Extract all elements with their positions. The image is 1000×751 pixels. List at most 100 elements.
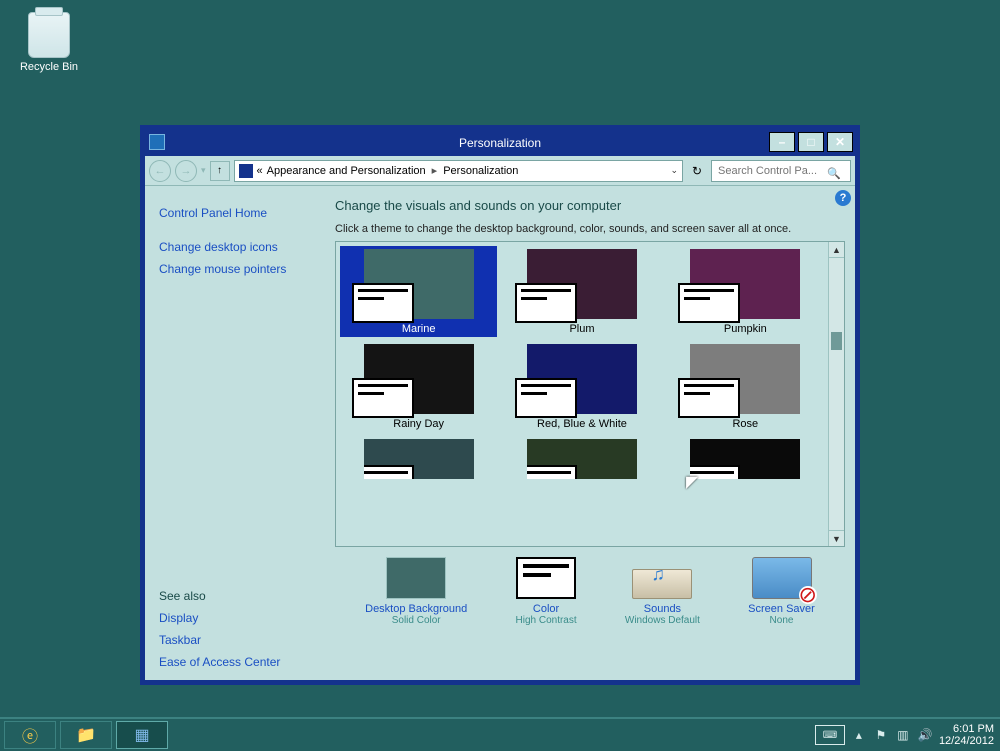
taskbar: ⓔ 📁 ▦ ⌨ ▴ ⚑ ▥ 🔊 6:01 PM 12/24/2012	[0, 717, 1000, 751]
window-glyph-icon	[364, 465, 414, 479]
theme-label: Rainy Day	[342, 418, 495, 430]
maximize-button[interactable]: □	[798, 132, 824, 152]
sounds-label: Sounds	[625, 603, 700, 615]
scrollbar[interactable]: ▲ ▼	[828, 242, 844, 546]
theme-thumb	[364, 344, 474, 414]
sounds-thumb	[632, 569, 692, 599]
sidebar-display[interactable]: Display	[159, 607, 321, 629]
breadcrumb-separator: ▸	[430, 164, 440, 177]
taskbar-time: 6:01 PM	[939, 723, 994, 735]
keyboard-icon[interactable]: ⌨	[815, 725, 845, 745]
main-panel: ? Change the visuals and sounds on your …	[335, 186, 855, 680]
help-icon[interactable]: ?	[835, 190, 851, 206]
recycle-bin-icon	[28, 12, 70, 58]
scroll-down-button[interactable]: ▼	[829, 530, 844, 546]
tray-chevron-icon[interactable]: ▴	[851, 727, 867, 743]
theme-thumb	[690, 249, 800, 319]
color-value: High Contrast	[516, 615, 577, 626]
desktop-background-thumb	[386, 557, 446, 599]
titlebar[interactable]: Personalization – □ ✕	[145, 130, 855, 156]
color-option[interactable]: Color High Contrast	[516, 557, 577, 626]
search-input[interactable]	[711, 160, 851, 182]
titlebar-icon	[149, 134, 165, 150]
sidebar-control-panel-home[interactable]: Control Panel Home	[159, 202, 321, 224]
nav-bar: ← → ▾ ↑ « Appearance and Personalization…	[145, 156, 855, 186]
sidebar: Control Panel Home Change desktop icons …	[145, 186, 335, 680]
theme-item-rainy-day[interactable]: Rainy Day	[340, 341, 497, 432]
desktop-background-option[interactable]: Desktop Background Solid Color	[365, 557, 467, 626]
window-glyph-icon	[678, 283, 740, 323]
color-thumb	[516, 557, 576, 599]
close-button[interactable]: ✕	[827, 132, 853, 152]
screen-saver-option[interactable]: Screen Saver None	[748, 557, 815, 626]
theme-thumb	[690, 439, 800, 479]
tray-flag-icon[interactable]: ⚑	[873, 727, 889, 743]
recycle-bin[interactable]: Recycle Bin	[14, 12, 84, 73]
breadcrumb-part1[interactable]: Appearance and Personalization	[267, 165, 426, 177]
window-glyph-icon	[515, 283, 577, 323]
tray-volume-icon[interactable]: 🔊	[917, 727, 933, 743]
theme-thumb	[527, 439, 637, 479]
tray-network-icon[interactable]: ▥	[895, 727, 911, 743]
address-bar[interactable]: « Appearance and Personalization ▸ Perso…	[234, 160, 683, 182]
window-glyph-icon	[678, 378, 740, 418]
theme-label: Pumpkin	[669, 323, 822, 335]
theme-item-7[interactable]	[503, 436, 660, 485]
scroll-up-button[interactable]: ▲	[829, 242, 844, 258]
sounds-value: Windows Default	[625, 615, 700, 626]
theme-item-plum[interactable]: Plum	[503, 246, 660, 337]
sidebar-change-desktop-icons[interactable]: Change desktop icons	[159, 236, 321, 258]
theme-item-red-blue-white[interactable]: Red, Blue & White	[503, 341, 660, 432]
sidebar-see-also-header: See also	[159, 585, 321, 607]
taskbar-date: 12/24/2012	[939, 735, 994, 747]
window-glyph-icon	[352, 378, 414, 418]
theme-thumb	[690, 344, 800, 414]
theme-item-pumpkin[interactable]: Pumpkin	[667, 246, 824, 337]
theme-item-8[interactable]	[667, 436, 824, 485]
address-icon	[239, 164, 253, 178]
address-dropdown-icon[interactable]: ⌄	[670, 165, 678, 176]
taskbar-ie-button[interactable]: ⓔ	[4, 721, 56, 749]
taskbar-explorer-button[interactable]: 📁	[60, 721, 112, 749]
personalization-window: Personalization – □ ✕ ← → ▾ ↑ « Appearan…	[140, 125, 860, 685]
scroll-thumb[interactable]	[831, 332, 842, 350]
refresh-button[interactable]: ↻	[687, 161, 707, 181]
theme-label: Plum	[505, 323, 658, 335]
window-glyph-icon	[690, 465, 740, 479]
window-title: Personalization	[459, 136, 541, 150]
window-glyph-icon	[515, 378, 577, 418]
nav-up-button[interactable]: ↑	[210, 161, 230, 181]
theme-label: Marine	[342, 323, 495, 335]
page-heading: Change the visuals and sounds on your co…	[335, 198, 845, 213]
desktop-background-label: Desktop Background	[365, 603, 467, 615]
window-glyph-icon	[527, 465, 577, 479]
theme-item-marine[interactable]: Marine	[340, 246, 497, 337]
theme-item-6[interactable]	[340, 436, 497, 485]
recycle-bin-label: Recycle Bin	[14, 61, 84, 73]
sidebar-taskbar[interactable]: Taskbar	[159, 629, 321, 651]
color-label: Color	[516, 603, 577, 615]
theme-thumb	[364, 439, 474, 479]
theme-thumb	[364, 249, 474, 319]
taskbar-personalization-button[interactable]: ▦	[116, 721, 168, 749]
window-glyph-icon	[352, 283, 414, 323]
breadcrumb-part2[interactable]: Personalization	[443, 165, 518, 177]
page-description: Click a theme to change the desktop back…	[335, 223, 845, 235]
themes-list: Marine Plum Pumpkin Rainy Day Red, Blue & Wh…	[335, 241, 845, 547]
breadcrumb-prefix: «	[257, 165, 263, 177]
sidebar-change-mouse-pointers[interactable]: Change mouse pointers	[159, 258, 321, 280]
theme-label: Red, Blue & White	[505, 418, 658, 430]
theme-thumb	[527, 344, 637, 414]
minimize-button[interactable]: –	[769, 132, 795, 152]
sidebar-ease-of-access[interactable]: Ease of Access Center	[159, 651, 321, 673]
bottom-options: Desktop Background Solid Color Color Hig…	[335, 547, 845, 626]
taskbar-clock[interactable]: 6:01 PM 12/24/2012	[939, 723, 994, 747]
theme-item-rose[interactable]: Rose	[667, 341, 824, 432]
theme-thumb	[527, 249, 637, 319]
nav-back-button[interactable]: ←	[149, 160, 171, 182]
screen-saver-thumb	[752, 557, 812, 599]
nav-forward-button[interactable]: →	[175, 160, 197, 182]
desktop-background-value: Solid Color	[365, 615, 467, 626]
theme-label: Rose	[669, 418, 822, 430]
sounds-option[interactable]: Sounds Windows Default	[625, 557, 700, 626]
